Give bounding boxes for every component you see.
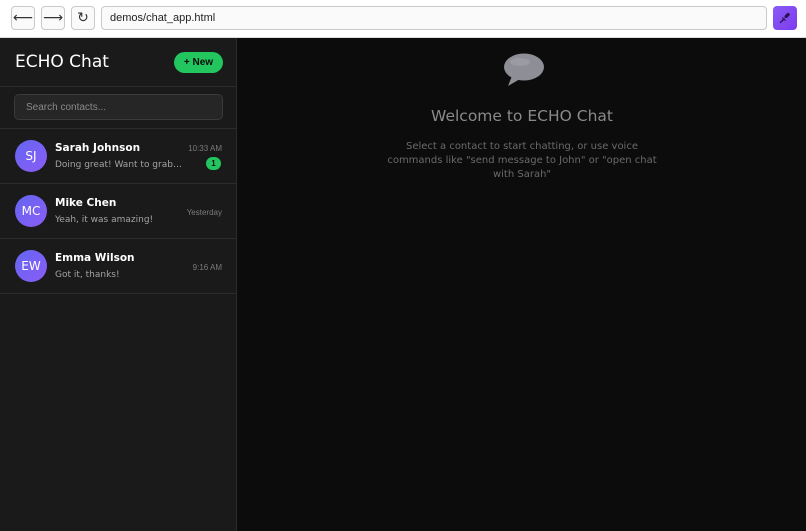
browser-toolbar: ⟵ ⟶ ↻ demos/chat_app.html <box>0 0 806 38</box>
contact-item-sarah-johnson[interactable]: SJ Sarah Johnson Doing great! Want to gr… <box>0 129 236 184</box>
avatar: SJ <box>15 140 47 172</box>
speech-bubble-icon <box>504 53 544 86</box>
welcome-title: Welcome to ECHO Chat <box>431 107 613 125</box>
app-title: ECHO Chat <box>15 52 109 72</box>
chat-app: ECHO Chat + New SJ Sarah Johnson Doing g… <box>0 38 806 531</box>
arrow-left-icon: ⟵ <box>12 10 34 26</box>
microphone-button[interactable] <box>773 6 797 30</box>
sidebar-header: ECHO Chat + New <box>0 38 236 87</box>
avatar: EW <box>15 250 47 282</box>
message-time: 10:33 AM <box>188 144 222 153</box>
back-button[interactable]: ⟵ <box>11 6 35 30</box>
contact-item-mike-chen[interactable]: MC Mike Chen Yeah, it was amazing! Yeste… <box>0 184 236 239</box>
search-contacts-input[interactable] <box>14 94 223 120</box>
avatar: MC <box>15 195 47 227</box>
message-time: 9:16 AM <box>192 263 222 272</box>
contact-name: Mike Chen <box>55 197 117 209</box>
sidebar: ECHO Chat + New SJ Sarah Johnson Doing g… <box>0 38 237 531</box>
welcome-description: Select a contact to start chatting, or u… <box>387 141 657 180</box>
last-message-preview: Yeah, it was amazing! <box>55 215 154 225</box>
search-container <box>0 87 236 129</box>
new-chat-button[interactable]: + New <box>174 52 223 73</box>
reload-button[interactable]: ↻ <box>71 6 95 30</box>
arrow-right-icon: ⟶ <box>42 10 64 26</box>
chat-main-area: Welcome to ECHO Chat Select a contact to… <box>237 38 806 531</box>
forward-button[interactable]: ⟶ <box>41 6 65 30</box>
contact-item-emma-wilson[interactable]: EW Emma Wilson Got it, thanks! 9:16 AM <box>0 239 236 294</box>
address-bar[interactable]: demos/chat_app.html <box>101 6 767 30</box>
last-message-preview: Got it, thanks! <box>55 270 120 280</box>
contact-name: Emma Wilson <box>55 252 135 264</box>
microphone-icon <box>779 12 790 24</box>
message-time: Yesterday <box>186 208 222 217</box>
contact-name: Sarah Johnson <box>55 142 141 154</box>
address-url: demos/chat_app.html <box>110 12 216 24</box>
unread-badge: 1 <box>206 157 221 170</box>
last-message-preview: Doing great! Want to grab c... <box>55 160 183 170</box>
reload-icon: ↻ <box>77 10 89 26</box>
